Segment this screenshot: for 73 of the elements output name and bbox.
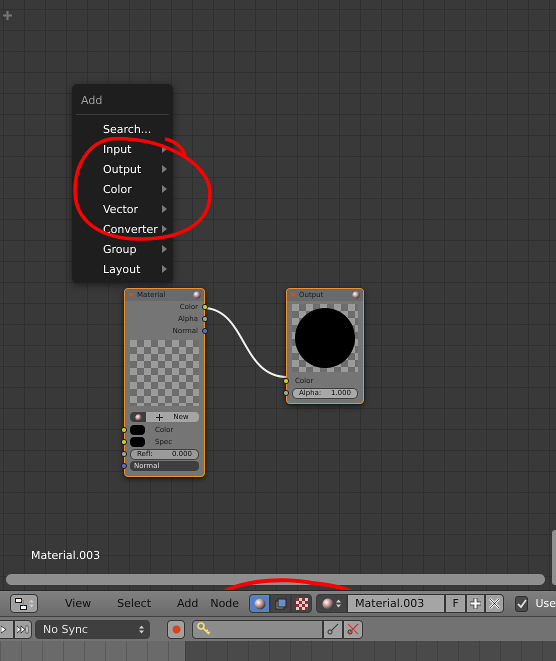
key-icon (197, 622, 211, 636)
browse-button[interactable] (130, 412, 146, 422)
output-socket[interactable] (202, 304, 208, 310)
image-stack-icon (274, 598, 287, 610)
menu-item[interactable]: Search... (72, 119, 173, 139)
sphere-icon (134, 414, 142, 420)
editor-type-button[interactable] (10, 594, 38, 613)
check-icon (516, 598, 527, 608)
header-menu[interactable]: Select (117, 597, 152, 610)
skip-end-icon (17, 624, 29, 634)
color-swatch[interactable] (130, 437, 145, 447)
add-button[interactable] (466, 594, 486, 613)
menu-title: Add (80, 93, 104, 109)
preview-area (130, 340, 199, 406)
unlink-button[interactable] (485, 594, 504, 613)
submenu-arrow-icon (162, 225, 167, 233)
preview-icon (352, 291, 360, 299)
submenu-arrow-icon (162, 165, 167, 173)
updown-arrows-icon (28, 599, 34, 608)
plus-icon (470, 598, 482, 609)
record-button[interactable] (167, 620, 185, 638)
material-name-field[interactable]: Material.003 (347, 594, 446, 613)
close-icon (489, 598, 500, 609)
submenu-arrow-icon (162, 245, 167, 253)
header-menu[interactable]: Add (177, 597, 198, 610)
output-socket[interactable] (202, 316, 208, 322)
shader-type-button[interactable] (270, 594, 292, 613)
shader-type-button[interactable] (291, 594, 312, 613)
input-socket[interactable] (283, 390, 289, 396)
keying-set-field[interactable] (192, 620, 323, 638)
fake-user-button[interactable]: F (445, 594, 466, 613)
insert-keyframe-button[interactable] (323, 620, 343, 638)
menu-item[interactable]: Layout (72, 259, 173, 279)
input-socket[interactable] (283, 378, 289, 384)
menu-item[interactable]: Converter (72, 219, 173, 239)
submenu-arrow-icon (162, 205, 167, 213)
input-socket[interactable] (121, 427, 127, 433)
header-menu[interactable]: View (65, 597, 92, 610)
header-menu[interactable]: Node (210, 597, 240, 610)
play-button[interactable] (0, 620, 14, 638)
record-icon (172, 624, 180, 634)
sphere-icon (254, 598, 266, 610)
scrollbar[interactable] (6, 574, 545, 585)
shader-type-button[interactable] (249, 594, 270, 613)
browse-material-button[interactable] (316, 594, 348, 613)
updown-arrows-icon (336, 599, 342, 608)
menu-item[interactable]: Input (72, 139, 173, 159)
input-socket[interactable] (121, 451, 127, 457)
input-socket[interactable] (121, 463, 127, 469)
key-icon (327, 623, 339, 635)
add-icon[interactable] (3, 11, 12, 20)
menu-item[interactable]: Group (72, 239, 173, 259)
updown-arrows-icon (139, 624, 144, 634)
checkbox-label: Use (535, 597, 556, 610)
material-label: Material.003 (31, 549, 100, 562)
jump-end-button[interactable] (14, 620, 32, 638)
checker-icon (296, 598, 308, 610)
submenu-arrow-icon (162, 185, 167, 193)
delete-keyframe-button[interactable] (343, 620, 363, 638)
sync-dropdown[interactable]: No Sync (35, 620, 150, 638)
menu-item[interactable]: Output (72, 159, 173, 179)
color-swatch[interactable] (130, 425, 145, 435)
input-socket[interactable] (121, 439, 127, 445)
submenu-arrow-icon (162, 145, 167, 153)
key-delete-icon (347, 623, 359, 635)
node-editor-icon (14, 598, 26, 610)
plus-icon (156, 414, 164, 420)
use-nodes-checkbox[interactable] (515, 596, 528, 612)
submenu-arrow-icon (162, 265, 167, 273)
menu-item[interactable]: Color (72, 179, 173, 199)
menu-item[interactable]: Vector (72, 199, 173, 219)
preview-icon (193, 291, 201, 299)
sphere-icon (322, 598, 334, 610)
